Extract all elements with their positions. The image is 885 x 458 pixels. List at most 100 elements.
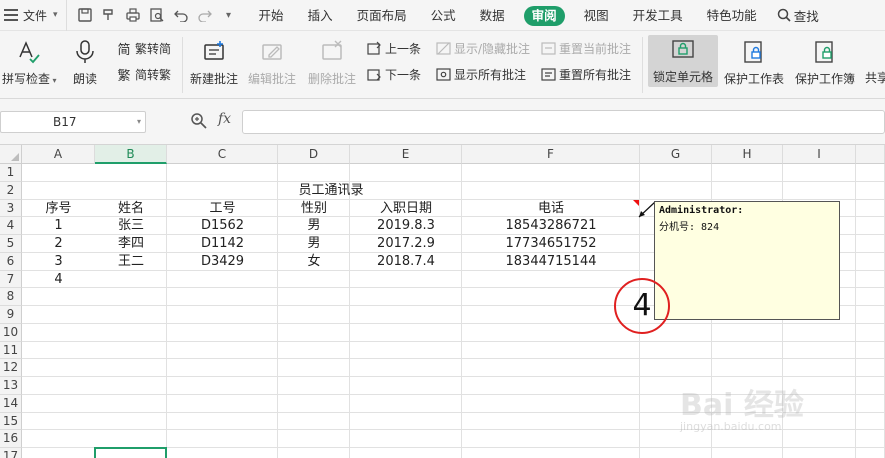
trad-to-simp-button[interactable]: 简 繁转简 — [116, 39, 171, 58]
table-cell[interactable]: 女 — [278, 253, 350, 271]
spell-check-button[interactable]: 拼写检查 ▾ — [2, 37, 57, 87]
show-all-comments-button[interactable]: 显示所有批注 — [435, 65, 526, 83]
format-painter-button[interactable] — [97, 4, 121, 26]
lock-cell-button[interactable]: 锁定单元格 — [648, 35, 718, 87]
read-aloud-button[interactable]: 朗读 — [70, 37, 100, 87]
column-header-c[interactable]: C — [167, 145, 278, 164]
table-cell[interactable]: 李四 — [95, 235, 167, 253]
delete-comment-button[interactable]: 删除批注 — [308, 37, 356, 87]
row-header-13[interactable]: 13 — [0, 377, 22, 395]
table-cell[interactable]: D3429 — [167, 253, 278, 271]
reset-all-comments-button[interactable]: 重置所有批注 — [540, 65, 631, 83]
protect-workbook-button[interactable]: 保护工作簿 — [795, 37, 855, 87]
simp-to-trad-button[interactable]: 繁 简转繁 — [116, 65, 171, 84]
prev-comment-button[interactable]: 上一条 — [366, 39, 421, 57]
zoom-formula-icon[interactable] — [190, 112, 208, 130]
menu-bar: 文件 ▾ ▾ 开始 插入 页面布局 公式 数据 审阅 视图 开发工具 特色功能 … — [0, 0, 885, 31]
row-header-10[interactable]: 10 — [0, 323, 22, 342]
search-button[interactable]: 查找 — [769, 6, 819, 25]
row-header-5[interactable]: 5 — [0, 235, 22, 253]
row-header-17[interactable]: 17 — [0, 448, 22, 458]
table-header-cell[interactable]: 入职日期 — [350, 200, 462, 218]
table-cell[interactable]: 男 — [278, 235, 350, 253]
table-cell[interactable]: 2019.8.3 — [350, 217, 462, 235]
name-box[interactable]: B17 ▾ — [0, 111, 146, 133]
tab-page-layout[interactable]: 页面布局 — [345, 0, 419, 31]
table-cell[interactable]: 18344715144 — [462, 253, 640, 271]
table-header-cell[interactable]: 性别 — [278, 200, 350, 218]
column-header-f[interactable]: F — [462, 145, 640, 164]
table-cell[interactable]: 1 — [22, 217, 95, 235]
show-hide-comment-button[interactable]: 显示/隐藏批注 — [435, 39, 530, 57]
select-all-corner[interactable] — [0, 145, 22, 164]
insert-function-button[interactable]: fx — [218, 111, 231, 127]
tab-insert[interactable]: 插入 — [296, 0, 345, 31]
next-comment-button[interactable]: 下一条 — [366, 65, 421, 83]
row-header-11[interactable]: 11 — [0, 341, 22, 360]
table-cell[interactable]: D1142 — [167, 235, 278, 253]
new-comment-button[interactable]: 新建批注 — [190, 37, 238, 87]
row-header-8[interactable]: 8 — [0, 288, 22, 306]
row-header-9[interactable]: 9 — [0, 306, 22, 324]
row-header-14[interactable]: 14 — [0, 394, 22, 413]
row-header-12[interactable]: 12 — [0, 359, 22, 377]
row-header-7[interactable]: 7 — [0, 270, 22, 289]
table-cell[interactable]: 17734651752 — [462, 235, 640, 253]
table-cell[interactable]: 3 — [22, 253, 95, 271]
formula-input[interactable] — [242, 110, 885, 134]
table-cell[interactable]: 张三 — [95, 217, 167, 235]
row-header-16[interactable]: 16 — [0, 430, 22, 448]
table-cell[interactable]: 2 — [22, 235, 95, 253]
column-header-g[interactable]: G — [640, 145, 712, 164]
column-header-h[interactable]: H — [712, 145, 783, 164]
name-box-value: B17 — [53, 115, 77, 129]
row-header-6[interactable]: 6 — [0, 252, 22, 271]
table-cell[interactable]: 18543286721 — [462, 217, 640, 235]
printer-icon — [125, 8, 140, 22]
table-cell[interactable]: 2017.2.9 — [350, 235, 462, 253]
row-header-1[interactable]: 1 — [0, 164, 22, 182]
table-header-cell[interactable]: 序号 — [22, 200, 95, 218]
undo-button[interactable] — [169, 4, 193, 26]
edit-comment-button[interactable]: 编辑批注 — [248, 37, 296, 87]
show-hide-comment-icon — [435, 40, 451, 56]
table-cell[interactable]: 王二 — [95, 253, 167, 271]
row-header-3[interactable]: 3 — [0, 199, 22, 218]
share-button[interactable]: 共享 — [865, 68, 885, 86]
tab-developer[interactable]: 开发工具 — [621, 0, 695, 31]
row-header-2[interactable]: 2 — [0, 181, 22, 200]
tab-review[interactable]: 审阅 — [523, 0, 565, 31]
active-cell-selection[interactable] — [94, 447, 167, 458]
column-header-i[interactable]: I — [783, 145, 856, 164]
protect-sheet-button[interactable]: 保护工作表 — [724, 37, 784, 87]
customize-toolbar-button[interactable]: ▾ — [217, 4, 241, 26]
column-header-a[interactable]: A — [22, 145, 95, 164]
tab-view[interactable]: 视图 — [572, 0, 621, 31]
chevron-down-icon: ▾ — [226, 9, 232, 21]
table-header-cell[interactable]: 电话 — [462, 200, 640, 218]
table-cell[interactable]: 4 — [22, 271, 95, 289]
tab-special-features[interactable]: 特色功能 — [695, 0, 769, 31]
column-header-d[interactable]: D — [278, 145, 350, 164]
tab-home[interactable]: 开始 — [247, 0, 296, 31]
table-header-cell[interactable]: 工号 — [167, 200, 278, 218]
table-cell[interactable]: 男 — [278, 217, 350, 235]
reset-current-comment-button[interactable]: 重置当前批注 — [540, 39, 631, 57]
save-button[interactable] — [73, 4, 97, 26]
redo-button[interactable] — [193, 4, 217, 26]
tab-formulas[interactable]: 公式 — [419, 0, 468, 31]
column-header-e[interactable]: E — [350, 145, 462, 164]
trad-to-simp-icon: 简 — [117, 42, 131, 58]
table-cell[interactable]: D1562 — [167, 217, 278, 235]
table-header-cell[interactable]: 姓名 — [95, 200, 167, 218]
column-header-b[interactable]: B — [95, 145, 167, 164]
table-cell[interactable]: 2018.7.4 — [350, 253, 462, 271]
print-button[interactable] — [121, 4, 145, 26]
file-menu[interactable]: 文件 ▾ — [0, 0, 64, 31]
sheet-title-cell[interactable]: 员工通讯录 — [22, 182, 640, 200]
tab-data[interactable]: 数据 — [468, 0, 517, 31]
row-header-4[interactable]: 4 — [0, 217, 22, 235]
print-preview-button[interactable] — [145, 4, 169, 26]
row-header-15[interactable]: 15 — [0, 412, 22, 431]
comment-popup[interactable]: Administrator: 分机号: 824 — [654, 201, 840, 320]
